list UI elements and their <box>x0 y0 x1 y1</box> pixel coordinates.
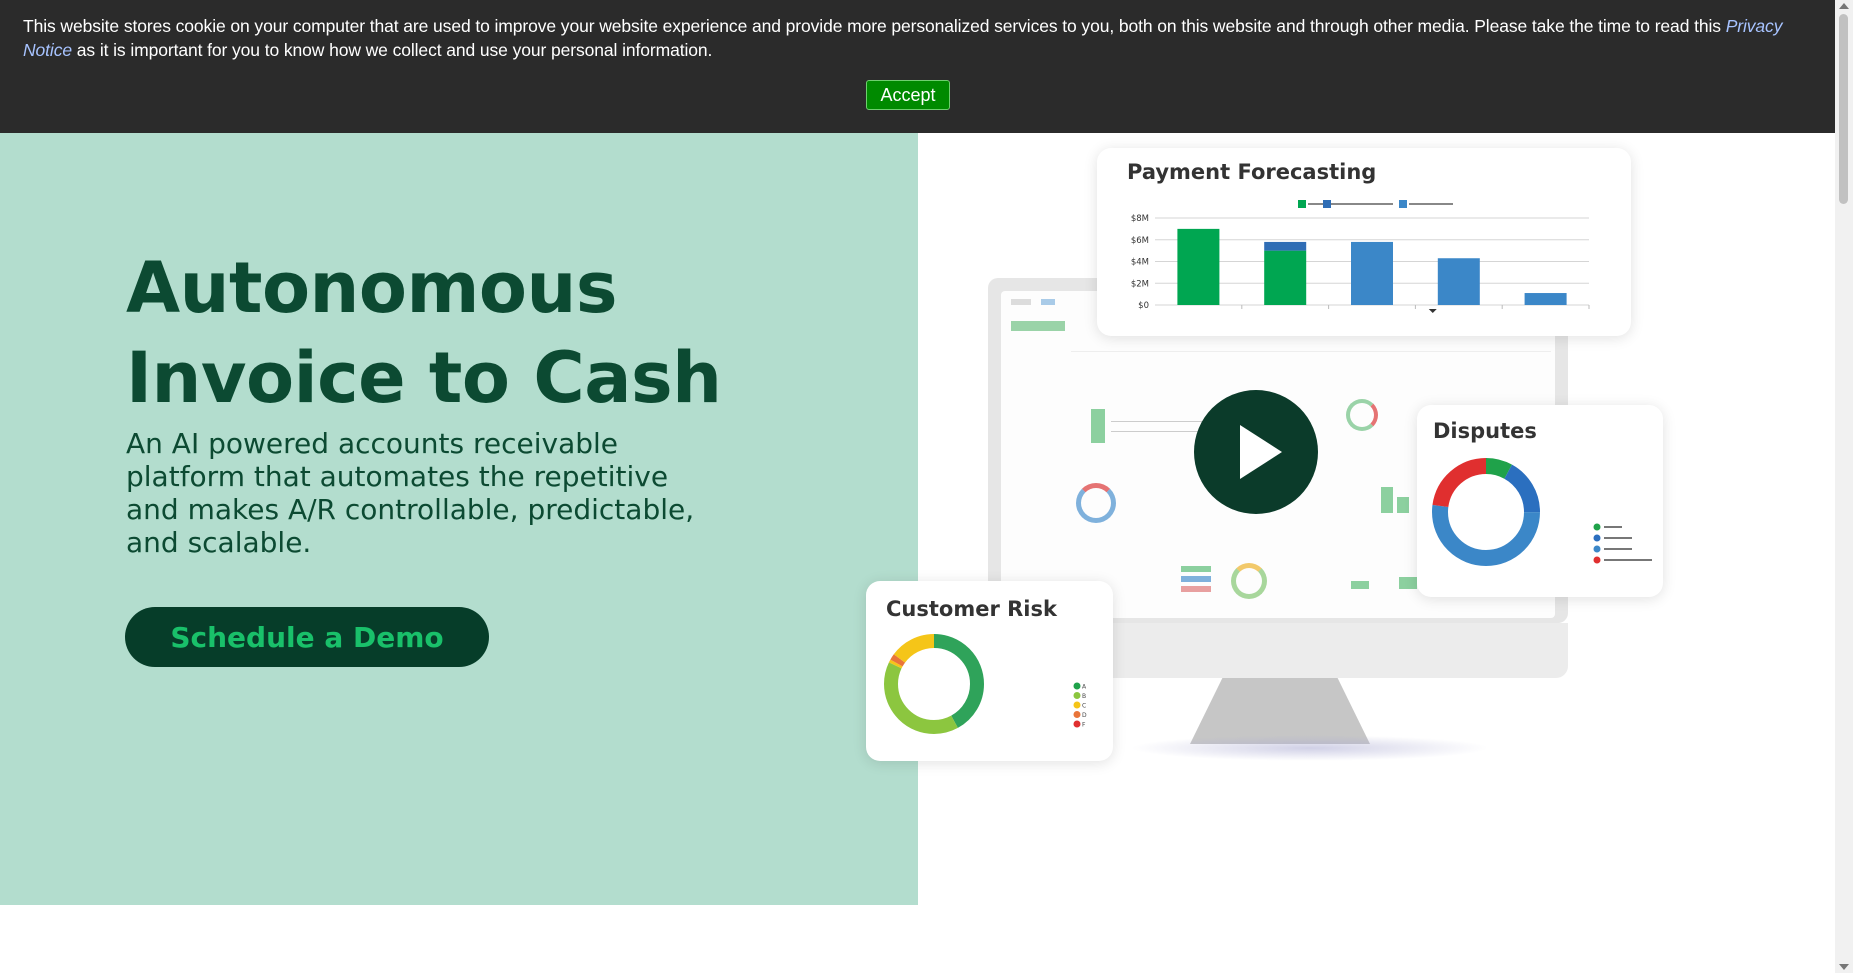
legend-label: C <box>1082 703 1086 710</box>
schedule-demo-button[interactable]: Schedule a Demo <box>125 607 489 667</box>
y-tick-label: $2M <box>1131 279 1149 289</box>
cookie-text-before: This website stores cookie on your compu… <box>23 16 1726 36</box>
y-tick-label: $0 <box>1138 301 1149 311</box>
payment-forecasting-card: Payment Forecasting $8M $6M $4M $2M $0 <box>1097 148 1631 336</box>
legend-swatch <box>1298 200 1306 208</box>
legend-dot <box>1073 692 1081 699</box>
mini-list-bar <box>1181 576 1211 582</box>
mini-donut <box>1231 563 1267 599</box>
mini-chart-bar <box>1397 497 1409 513</box>
scroll-down-arrow-icon[interactable] <box>1839 964 1849 970</box>
hero-subtitle: An AI powered accounts receivable platfo… <box>126 427 695 559</box>
legend-label: F <box>1082 722 1086 729</box>
hero-title-line-2: Invoice to Cash <box>126 337 722 419</box>
y-tick-label: $6M <box>1131 236 1149 246</box>
mini-donut <box>1076 483 1116 523</box>
customer-risk-card: Customer Risk ABCDF <box>866 581 1113 761</box>
play-icon[interactable] <box>1194 390 1318 514</box>
forecast-bar <box>1264 250 1307 305</box>
y-tick-label: $8M <box>1131 214 1149 224</box>
disputes-donut-chart <box>1432 458 1652 566</box>
hero-section: Autonomous Invoice to Cash An AI powered… <box>0 133 918 905</box>
legend-swatch <box>1399 200 1407 208</box>
legend-dot <box>1593 534 1601 542</box>
mini-gridline <box>1111 421 1211 422</box>
legend-dot <box>1593 523 1601 531</box>
mini-chart-bar <box>1381 487 1393 513</box>
hero-title: Autonomous Invoice to Cash <box>126 243 826 423</box>
forecast-bar <box>1437 258 1480 305</box>
scroll-up-arrow-icon[interactable] <box>1839 3 1849 9</box>
legend-dot <box>1593 545 1601 553</box>
mini-list-bar <box>1181 566 1211 572</box>
scroll-thumb[interactable] <box>1839 14 1848 204</box>
mini-list-bar <box>1181 586 1211 592</box>
forecast-bar <box>1264 241 1307 251</box>
mini-gridline <box>1111 431 1211 432</box>
disputes-card: Disputes <box>1417 405 1663 597</box>
legend-swatch <box>1323 200 1331 208</box>
mini-bar <box>1011 321 1065 331</box>
forecast-bar <box>1177 228 1220 305</box>
cookie-banner: This website stores cookie on your compu… <box>0 0 1835 133</box>
legend-label: D <box>1082 712 1087 719</box>
accept-cookies-button[interactable]: Accept <box>866 80 950 110</box>
legend-label: A <box>1082 684 1087 691</box>
mini-donut <box>1346 399 1378 431</box>
page-scrollbar[interactable] <box>1835 0 1853 973</box>
mini-logo <box>1011 299 1031 305</box>
forecast-bar <box>1524 293 1567 305</box>
mini-chart-bar <box>1091 409 1105 443</box>
y-tick-label: $4M <box>1131 258 1149 268</box>
legend-dot <box>1073 711 1081 718</box>
hero-title-line-1: Autonomous <box>126 247 618 329</box>
mini-chart-bar <box>1399 577 1417 589</box>
legend-dot <box>1073 682 1081 690</box>
customer-risk-donut-chart: ABCDF <box>884 634 1087 734</box>
mini-divider <box>1071 351 1551 352</box>
forecast-bar <box>1351 241 1393 305</box>
mini-chart-bar <box>1351 581 1369 589</box>
payment-forecasting-chart: $8M $6M $4M $2M $0 <box>1131 200 1590 313</box>
legend-dot <box>1073 720 1081 728</box>
monitor-shadow <box>1130 735 1490 761</box>
mini-tag <box>1041 299 1055 305</box>
legend-label: B <box>1082 693 1086 700</box>
cookie-message: This website stores cookie on your compu… <box>23 14 1818 62</box>
chevron-down-icon <box>1428 309 1437 313</box>
cookie-text-after: as it is important for you to know how w… <box>72 40 713 60</box>
legend-dot <box>1073 701 1081 709</box>
legend-dot <box>1593 556 1601 564</box>
